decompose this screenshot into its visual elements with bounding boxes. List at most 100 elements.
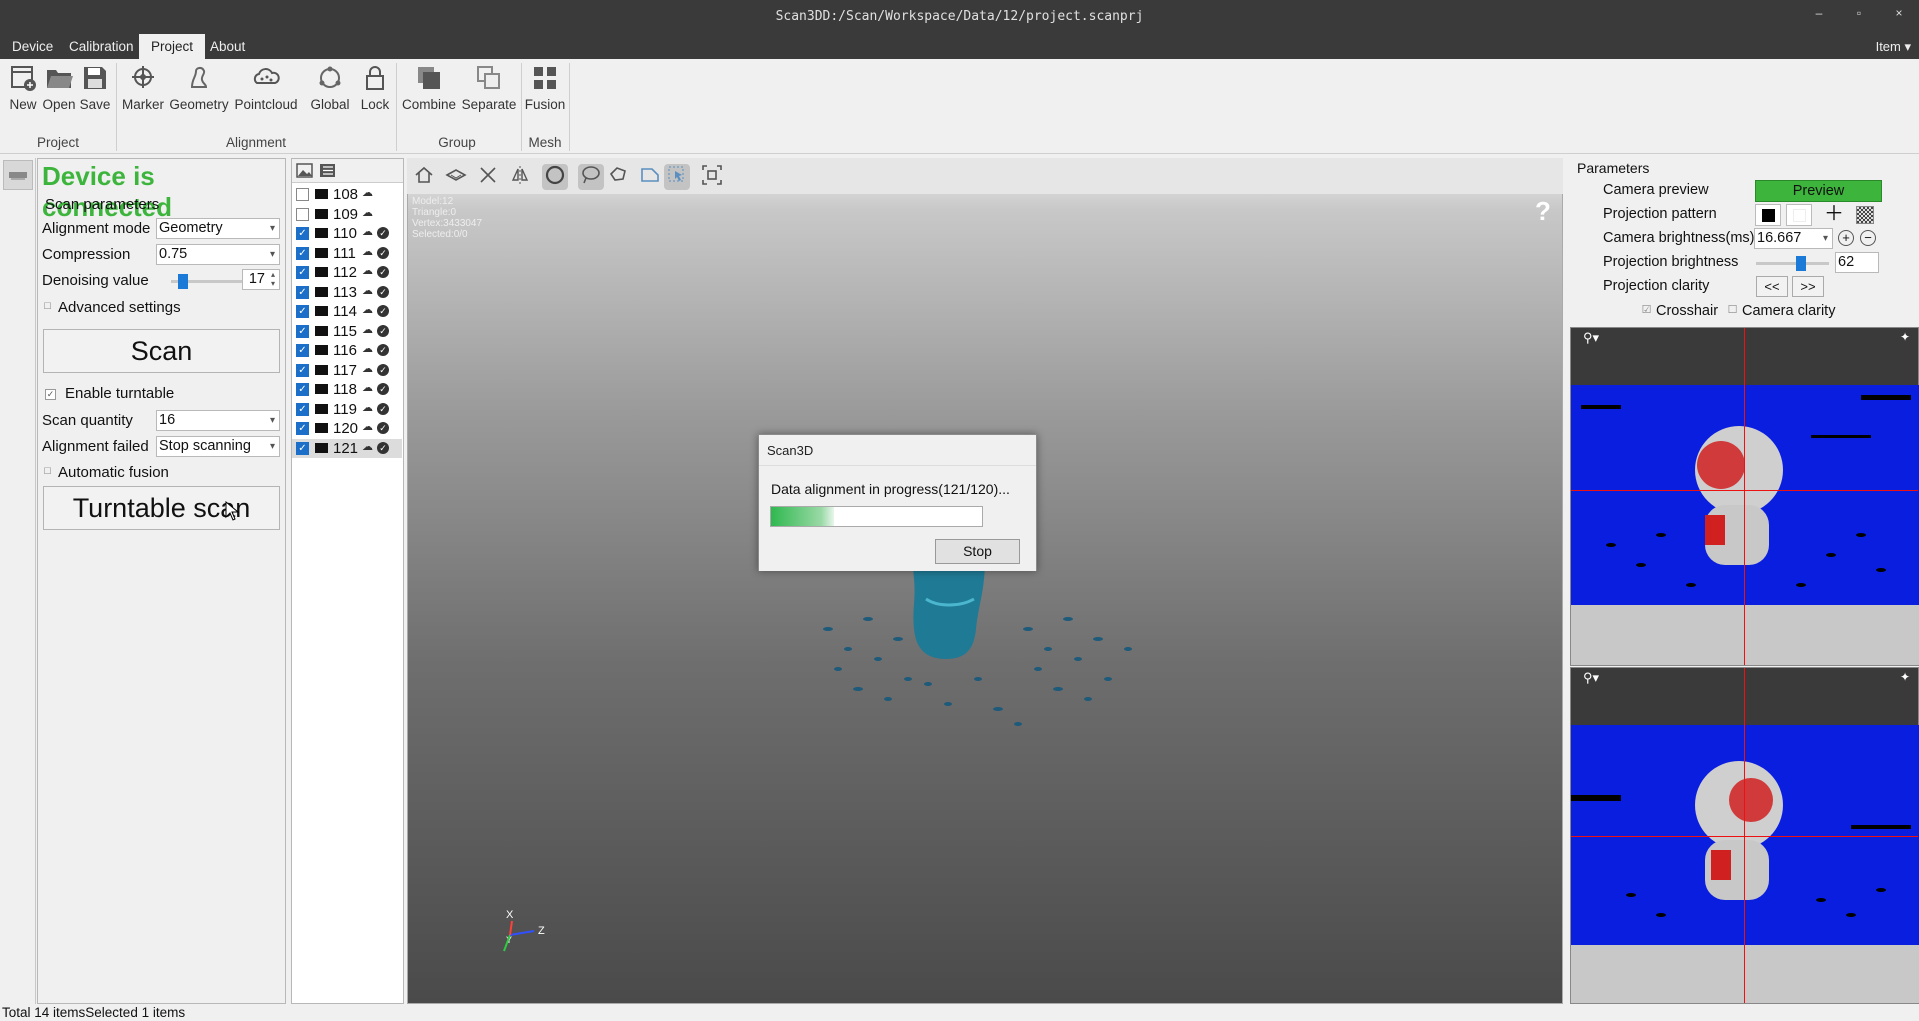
automatic-fusion-checkbox[interactable]: ☐ [42, 467, 53, 478]
projection-brightness-input[interactable]: 62 [1835, 252, 1879, 273]
lock-button[interactable]: Lock [356, 63, 394, 112]
scan-checkbox[interactable] [296, 188, 309, 201]
enable-turntable-checkbox[interactable]: ✓ [45, 389, 56, 400]
menu-project[interactable]: Project [139, 34, 206, 59]
denoising-spinbox[interactable]: 17 ▴ ▾ [242, 269, 280, 290]
alignment-mode-select[interactable]: Geometry ▾ [156, 218, 280, 239]
3d-viewport[interactable]: X Z Y [407, 158, 1563, 1004]
scan-checkbox[interactable]: ✓ [296, 363, 309, 377]
scan-checkbox[interactable]: ✓ [296, 285, 309, 299]
new-button[interactable]: New [6, 63, 40, 112]
scan-number: 114 [333, 303, 357, 320]
scan-list-item[interactable]: ✓ 114 ☁ ✓ [292, 302, 402, 321]
layers-button[interactable] [443, 164, 469, 190]
geometry-button[interactable]: Geometry [168, 63, 230, 112]
pattern-black-button[interactable] [1755, 204, 1781, 226]
fit-view-button[interactable] [699, 164, 725, 190]
clarity-prev-button[interactable]: << [1756, 276, 1788, 297]
scan-checkbox[interactable]: ✓ [296, 402, 309, 416]
scan-list-item[interactable]: 109 ☁ [292, 205, 402, 224]
list-view-icon[interactable] [319, 163, 336, 178]
save-button[interactable]: Save [78, 63, 112, 112]
zoom-icon[interactable]: ⚲▾ [1583, 330, 1599, 346]
advanced-settings-checkbox[interactable]: ☐ [42, 302, 53, 313]
camera-view-right[interactable]: ⚲▾ ✦ [1570, 667, 1919, 1004]
scan-list-item[interactable]: ✓ 120 ☁ ✓ [292, 419, 402, 438]
zoom-icon[interactable]: ⚲▾ [1583, 670, 1599, 686]
scan-list-item[interactable]: ✓ 112 ☁ ✓ [292, 263, 402, 282]
pin-icon[interactable]: ✦ [1900, 330, 1910, 344]
clarity-next-button[interactable]: >> [1792, 276, 1824, 297]
polygon-select-button[interactable] [605, 164, 631, 190]
white-square-icon [1793, 209, 1806, 222]
minimize-button[interactable]: – [1804, 6, 1834, 20]
scan-list-item[interactable]: 108 ☁ [292, 185, 402, 204]
maximize-button[interactable]: ▫ [1844, 6, 1874, 20]
fusion-button[interactable]: Fusion [524, 63, 566, 112]
crosshair-pattern-icon[interactable]: ＋ [1821, 204, 1847, 226]
home-view-button[interactable] [411, 164, 437, 190]
scan-checkbox[interactable]: ✓ [296, 344, 309, 357]
scan-checkbox[interactable]: ✓ [296, 246, 309, 260]
stop-button[interactable]: Stop [935, 539, 1020, 564]
scan-checkbox[interactable]: ✓ [296, 305, 309, 318]
scan-list-item[interactable]: ✓ 121 ☁ ✓ [292, 438, 402, 458]
pin-icon[interactable]: ✦ [1900, 670, 1910, 684]
checker-pattern-icon[interactable] [1856, 206, 1874, 224]
scan-list-item[interactable]: ✓ 116 ☁ ✓ [292, 341, 402, 360]
slider-handle[interactable] [178, 274, 188, 289]
crosshair-checkbox[interactable]: ☑ [1641, 305, 1652, 317]
projection-brightness-slider[interactable] [1756, 256, 1829, 271]
open-button[interactable]: Open [42, 63, 76, 112]
close-button[interactable]: × [1884, 6, 1914, 20]
pointcloud-button[interactable]: Pointcloud [232, 63, 300, 112]
scan-list-item[interactable]: ✓ 119 ☁ ✓ [292, 400, 402, 419]
alignment-failed-select[interactable]: Stop scanning ▾ [156, 436, 280, 457]
zoom-out-icon[interactable]: − [1860, 230, 1876, 246]
combine-button[interactable]: Combine [400, 63, 458, 112]
scan-quantity-select[interactable]: 16 ▾ [156, 410, 280, 431]
menu-calibration[interactable]: Calibration [57, 34, 146, 59]
scan-list-item[interactable]: ✓ 113 ☁ ✓ [292, 283, 402, 302]
device-status: Device is connected [42, 161, 173, 222]
scan-checkbox[interactable]: ✓ [296, 383, 309, 396]
scan-checkbox[interactable]: ✓ [296, 441, 309, 455]
scan-list-item[interactable]: ✓ 111 ☁ ✓ [292, 244, 402, 263]
zoom-in-icon[interactable]: + [1838, 230, 1854, 246]
measure-button[interactable] [475, 164, 501, 190]
scan-checkbox[interactable] [296, 207, 309, 221]
help-icon[interactable]: ? [1535, 196, 1551, 227]
lasso-select-button[interactable] [578, 164, 604, 190]
scan-list-item[interactable]: ✓ 110 ☁ ✓ [292, 224, 402, 243]
scan-list-item[interactable]: ✓ 115 ☁ ✓ [292, 322, 402, 341]
preview-button[interactable]: Preview [1755, 180, 1882, 202]
pattern-white-button[interactable] [1786, 204, 1812, 226]
mirror-button[interactable] [507, 164, 533, 190]
scan-list-item[interactable]: ✓ 118 ☁ ✓ [292, 380, 402, 399]
compression-select[interactable]: 0.75 ▾ [156, 244, 280, 265]
scan-checkbox[interactable]: ✓ [296, 227, 309, 240]
turntable-scan-button[interactable]: Turntable scan [43, 486, 280, 530]
select-point-button[interactable] [664, 164, 690, 190]
scan-checkbox[interactable]: ✓ [296, 422, 309, 435]
camera-clarity-checkbox[interactable]: ☐ [1727, 305, 1738, 317]
menu-about[interactable]: About [198, 34, 257, 59]
device-tab[interactable] [3, 160, 33, 190]
scan-button[interactable]: Scan [43, 329, 280, 373]
deselect-button[interactable] [637, 164, 663, 190]
camera-brightness-select[interactable]: 16.667 ▾ [1754, 228, 1833, 249]
item-menu[interactable]: Item ▾ [1876, 34, 1911, 59]
scan-list-item[interactable]: ✓ 117 ☁ ✓ [292, 361, 402, 380]
global-button[interactable]: Global [308, 63, 352, 112]
scan-checkbox[interactable]: ✓ [296, 324, 309, 338]
marker-button[interactable]: Marker [120, 63, 166, 112]
render-mode-button[interactable] [542, 164, 568, 190]
slider-handle[interactable] [1796, 256, 1806, 271]
scan-checkbox[interactable]: ✓ [296, 266, 309, 279]
menu-device[interactable]: Device [0, 34, 65, 59]
image-view-icon[interactable] [296, 163, 313, 178]
denoising-slider[interactable] [171, 274, 243, 289]
camera-view-left[interactable]: ⚲▾ ✦ [1570, 327, 1919, 666]
camera-brightness-label: Camera brightness(ms) [1603, 230, 1755, 246]
separate-button[interactable]: Separate [460, 63, 518, 112]
